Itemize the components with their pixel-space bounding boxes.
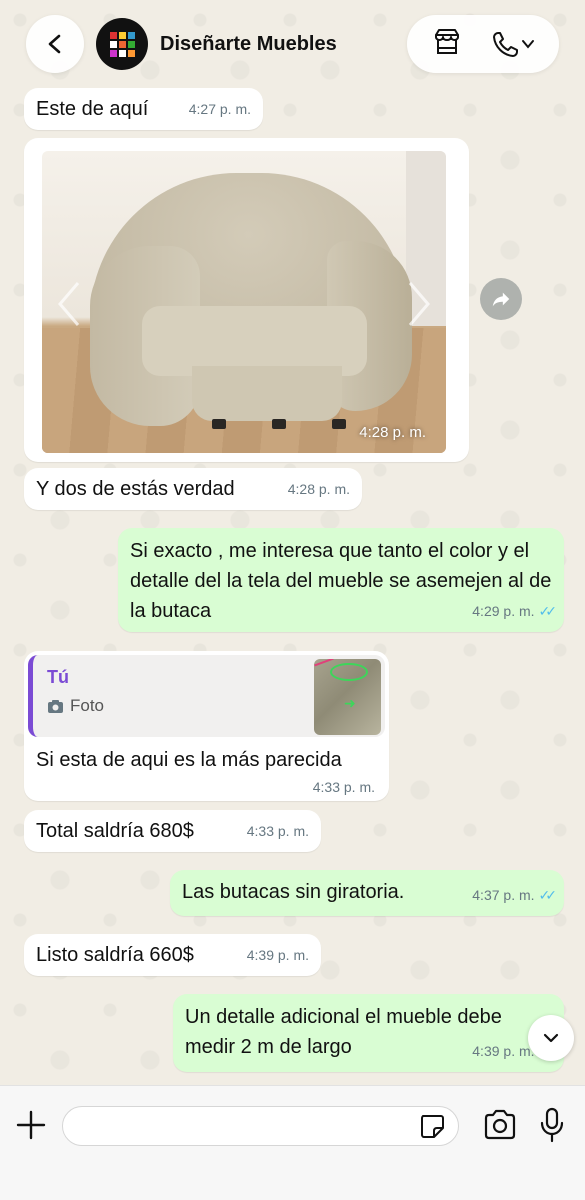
header-actions — [407, 15, 559, 73]
chair-front — [192, 366, 342, 421]
contact-name: Diseñarte Muebles — [160, 32, 337, 55]
store-icon — [434, 28, 459, 54]
camera-button[interactable] — [482, 1108, 518, 1142]
back-button[interactable] — [26, 15, 84, 73]
chevron-down-icon — [543, 1033, 559, 1043]
message-outgoing[interactable]: Un detalle adicional el mueble debe medi… — [173, 994, 564, 1072]
camera-small-icon — [48, 699, 63, 713]
voice-message-button[interactable] — [538, 1106, 566, 1144]
message-list[interactable]: Este de aquí 4:27 p. m. 4:28 p. m. Y dos… — [0, 0, 585, 1085]
message-time-status: 4:37 p. m. ✓✓ — [472, 880, 558, 910]
message-text: Si esta de aqui es la más parecida — [36, 749, 342, 771]
read-ticks-icon: ✓✓ — [538, 603, 558, 619]
chair-feet — [212, 419, 352, 429]
plus-icon — [16, 1110, 46, 1140]
chat-header: Diseñarte Muebles — [0, 0, 585, 88]
message-time: 4:27 p. m. — [188, 101, 251, 117]
message-incoming[interactable]: Y dos de estás verdad 4:28 p. m. — [24, 468, 362, 510]
message-outgoing[interactable]: Si exacto , me interesa que tanto el col… — [118, 528, 564, 632]
message-time: 4:37 p. m. — [472, 887, 535, 903]
read-ticks-icon: ✓✓ — [538, 887, 558, 903]
scroll-to-bottom-button[interactable] — [528, 1015, 574, 1061]
armchair-photo[interactable]: 4:28 p. m. — [42, 151, 446, 453]
chevron-right-icon — [400, 279, 436, 329]
chevron-down-icon — [521, 40, 534, 49]
message-time: 4:29 p. m. — [472, 603, 535, 619]
mic-icon — [540, 1107, 564, 1143]
sticker-button[interactable] — [418, 1112, 446, 1140]
image-time: 4:28 p. m. — [359, 424, 426, 441]
message-time: 4:28 p. m. — [287, 481, 350, 497]
attach-button[interactable] — [14, 1108, 48, 1142]
quoted-message[interactable]: Tú Foto ➜ — [28, 655, 385, 737]
quote-thumbnail: ➜ — [314, 659, 381, 735]
message-incoming[interactable]: Este de aquí 4:27 p. m. — [24, 88, 263, 130]
message-time-status: 4:29 p. m. ✓✓ — [472, 596, 558, 626]
message-time: 4:33 p. m. — [312, 779, 375, 795]
image-message[interactable]: 4:28 p. m. — [24, 138, 469, 462]
sticker-icon — [421, 1115, 444, 1138]
message-outgoing[interactable]: Las butacas sin giratoria. 4:37 p. m. ✓✓ — [170, 870, 564, 916]
message-time: 4:39 p. m. — [472, 1043, 535, 1059]
back-icon — [48, 34, 61, 54]
message-text: Este de aquí — [36, 98, 149, 120]
message-text: Listo saldría 660$ — [36, 944, 194, 966]
forward-icon[interactable] — [480, 278, 522, 320]
message-incoming[interactable]: Total saldría 680$ 4:33 p. m. — [24, 810, 321, 852]
call-button[interactable] — [491, 29, 535, 59]
message-incoming[interactable]: Listo saldría 660$ 4:39 p. m. — [24, 934, 321, 976]
message-text: Total saldría 680$ — [36, 820, 194, 842]
avatar[interactable] — [96, 18, 148, 70]
quote-type-label: Foto — [70, 696, 105, 715]
phone-icon — [492, 32, 518, 57]
message-text: Y dos de estás verdad — [36, 478, 235, 500]
chevron-left-icon — [52, 279, 88, 329]
message-input[interactable] — [62, 1106, 459, 1146]
catalog-button[interactable] — [432, 27, 462, 62]
message-time: 4:33 p. m. — [246, 823, 309, 839]
reply-message[interactable]: Tú Foto ➜ Si esta de aqui es la más pare… — [24, 651, 389, 801]
message-text: Las butacas sin giratoria. — [182, 881, 405, 903]
camera-icon — [484, 1109, 516, 1140]
contact-info[interactable]: Diseñarte Muebles — [96, 18, 337, 70]
message-time: 4:39 p. m. — [246, 947, 309, 963]
composer-bar — [0, 1085, 585, 1200]
